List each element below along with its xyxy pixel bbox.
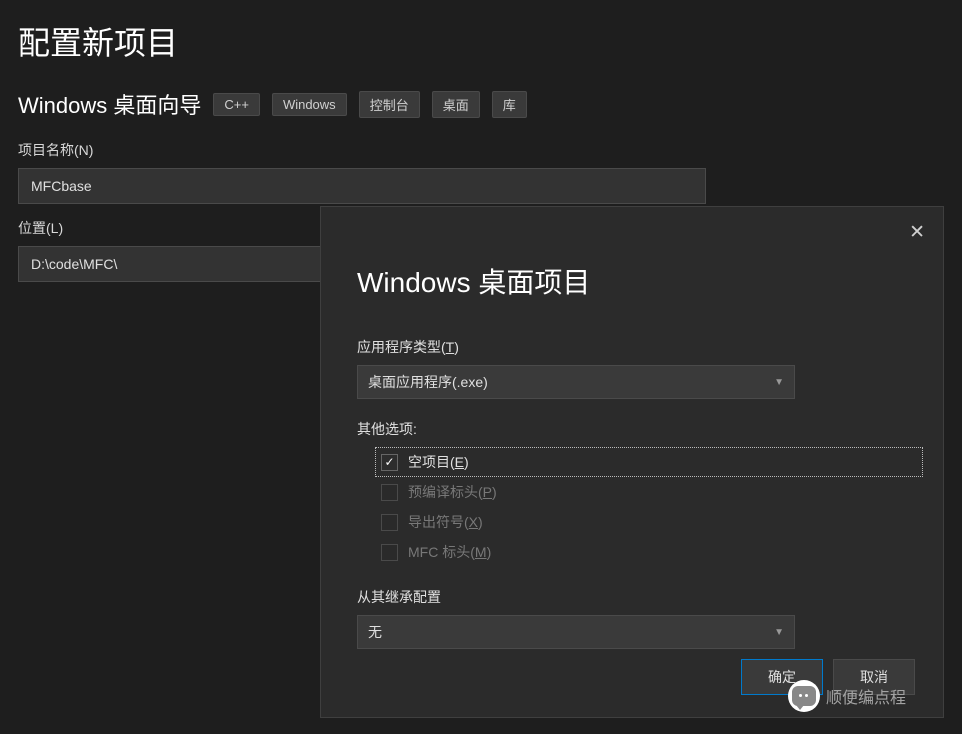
subtitle-row: Windows 桌面向导 C++ Windows 控制台 桌面 库 [18, 88, 944, 120]
project-name-label: 项目名称(N) [18, 140, 944, 160]
checkbox-label-mfc-header: MFC 标头(M) [408, 542, 491, 562]
tag-console: 控制台 [359, 91, 420, 118]
checkbox-export-symbols [381, 514, 398, 531]
page-title: 配置新项目 [18, 18, 944, 64]
checkbox-row-mfc-header: MFC 标头(M) [375, 537, 907, 567]
checkbox-row-export-symbols: 导出符号(X) [375, 507, 907, 537]
inherit-config-label: 从其继承配置 [357, 587, 907, 607]
checkbox-row-precompiled-header: 预编译标头(P) [375, 477, 907, 507]
close-button[interactable]: ✕ [909, 221, 925, 244]
wizard-subtitle: Windows 桌面向导 [18, 88, 201, 120]
app-type-dropdown[interactable]: 桌面应用程序(.exe) ▼ [357, 365, 795, 399]
wechat-icon [788, 680, 820, 712]
tag-desktop: 桌面 [432, 91, 480, 118]
app-type-label: 应用程序类型(T) [357, 337, 907, 357]
tag-windows: Windows [272, 93, 347, 116]
project-name-input[interactable] [18, 168, 706, 204]
modal-title: Windows 桌面项目 [357, 261, 907, 301]
checkbox-empty-project[interactable] [381, 454, 398, 471]
inherit-config-dropdown[interactable]: 无 ▼ [357, 615, 795, 649]
checkbox-label-precompiled-header: 预编译标头(P) [408, 482, 497, 502]
checkbox-label-export-symbols: 导出符号(X) [408, 512, 483, 532]
checkbox-label-empty-project: 空项目(E) [408, 452, 469, 472]
desktop-project-modal: ✕ Windows 桌面项目 应用程序类型(T) 桌面应用程序(.exe) ▼ … [320, 206, 944, 718]
checkbox-precompiled-header [381, 484, 398, 501]
other-options-label: 其他选项: [357, 419, 907, 439]
tag-cpp: C++ [213, 93, 260, 116]
inherit-config-value: 无 [368, 622, 382, 642]
checkbox-mfc-header [381, 544, 398, 561]
watermark-text: 顺便编点程 [826, 684, 906, 708]
app-type-value: 桌面应用程序(.exe) [368, 372, 488, 392]
watermark: 顺便编点程 [788, 680, 906, 712]
tag-library: 库 [492, 91, 527, 118]
other-options-group: 空项目(E) 预编译标头(P) 导出符号(X) MFC 标头(M) [375, 447, 907, 567]
checkbox-row-empty-project[interactable]: 空项目(E) [375, 447, 923, 477]
chevron-down-icon: ▼ [774, 377, 784, 388]
chevron-down-icon: ▼ [774, 627, 784, 638]
